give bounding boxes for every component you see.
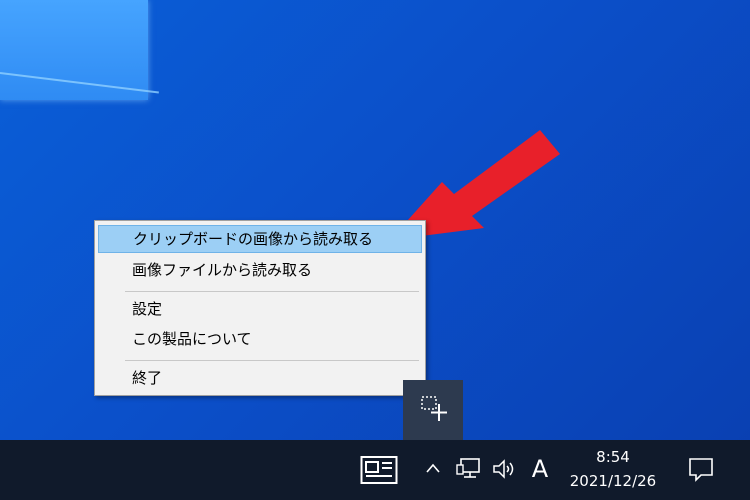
menu-item-about[interactable]: この製品について [98,325,422,353]
menu-separator [125,291,419,292]
clock-date[interactable]: 2021/12/26 [560,472,666,490]
menu-item-read-image-file[interactable]: 画像ファイルから読み取る [98,256,422,284]
menu-item-read-clipboard-image[interactable]: クリップボードの画像から読み取る [98,225,422,253]
chevron-up-icon[interactable] [424,460,442,478]
tray-overflow-popup [403,380,463,440]
menu-item-exit[interactable]: 終了 [98,364,422,392]
context-menu: クリップボードの画像から読み取る 画像ファイルから読み取る 設定 この製品につい… [94,220,426,396]
network-icon[interactable] [456,456,482,482]
windows-logo-pane [0,0,148,100]
screen-snip-icon[interactable] [421,396,447,422]
notification-icon[interactable] [688,456,714,482]
taskbar: A 8:54 2021/12/26 [0,440,750,500]
desktop: クリップボードの画像から読み取る 画像ファイルから読み取る 設定 この製品につい… [0,0,750,440]
menu-separator [125,360,419,361]
menu-item-settings[interactable]: 設定 [98,295,422,323]
clock-time[interactable]: 8:54 [560,448,666,466]
volume-icon[interactable] [492,457,518,481]
news-icon[interactable] [360,455,398,485]
ime-mode-indicator[interactable]: A [526,452,554,486]
